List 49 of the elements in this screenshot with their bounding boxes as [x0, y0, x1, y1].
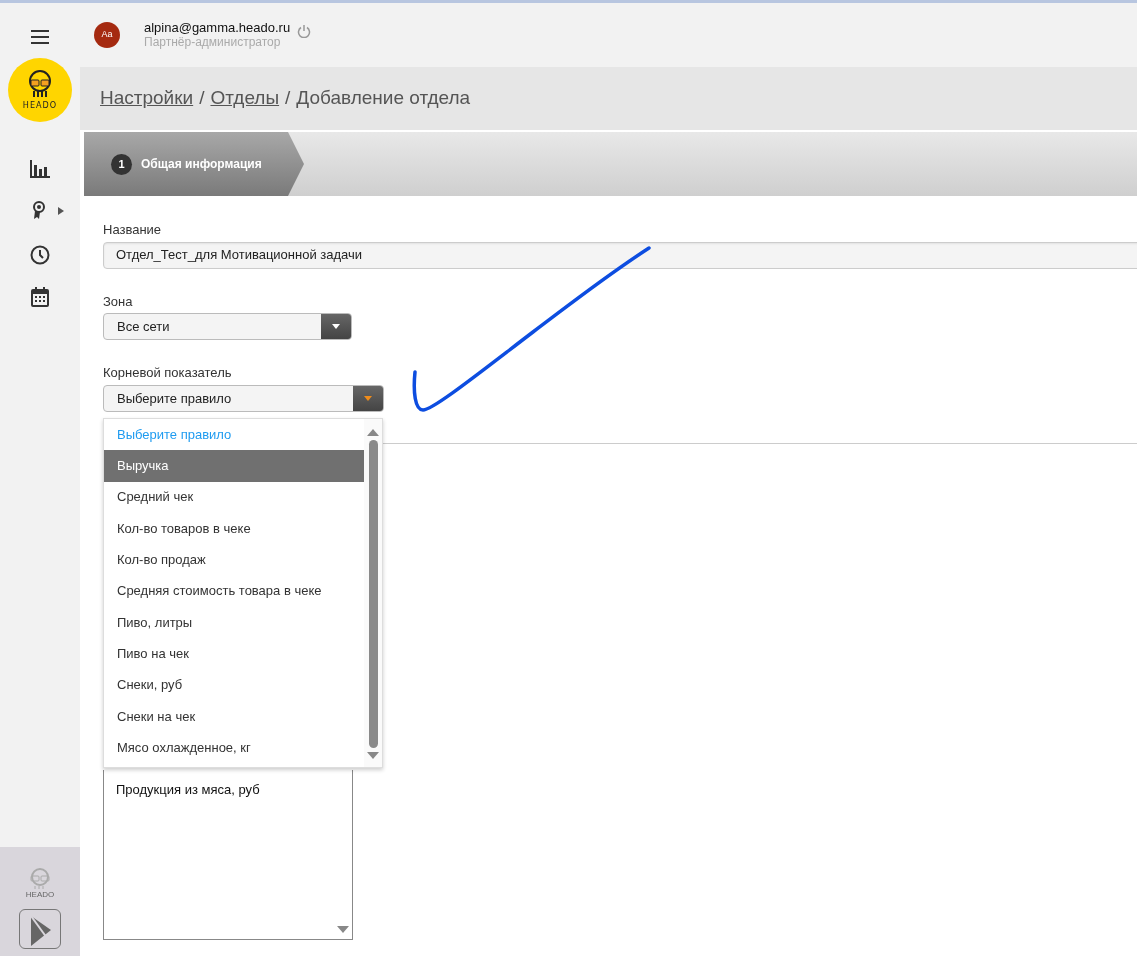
- scrollbar-thumb[interactable]: [368, 440, 378, 748]
- user-avatar[interactable]: Aa: [94, 22, 120, 48]
- logo-text: HEADO: [22, 101, 58, 110]
- dropdown-option[interactable]: Средняя стоимость товара в чеке: [104, 575, 364, 607]
- logo-text: HEADO: [25, 891, 55, 899]
- award-icon[interactable]: [32, 201, 46, 221]
- field-label: Название: [103, 222, 163, 238]
- breadcrumb-link[interactable]: Отделы: [210, 84, 280, 113]
- name-field[interactable]: Отдел_Тест_для Мотивационной задачи: [103, 241, 1137, 269]
- dropdown-option[interactable]: Средний чек: [104, 481, 364, 513]
- scroll-up-icon[interactable]: [367, 429, 379, 436]
- dropdown-option[interactable]: Снеки на чек: [104, 700, 364, 732]
- caret-icon: [332, 324, 340, 330]
- breadcrumb-separator: /: [285, 86, 291, 111]
- rule-select[interactable]: Выберите правило: [103, 384, 384, 412]
- wizard-step[interactable]: 1 Общая информация: [84, 132, 304, 196]
- breadcrumb-separator: /: [199, 86, 205, 111]
- submenu-arrow-icon: [58, 207, 64, 215]
- bar-chart-icon[interactable]: [30, 160, 50, 178]
- list-item[interactable]: Продукция из мяса, руб: [116, 780, 340, 800]
- app-store-button[interactable]: [19, 909, 61, 949]
- dropdown-option[interactable]: Пиво, литры: [104, 606, 364, 639]
- menu-icon[interactable]: [31, 30, 49, 44]
- glasses-face-icon: [26, 70, 54, 100]
- dropdown-option[interactable]: Пиво на чек: [104, 638, 364, 670]
- dropdown-option[interactable]: Мясо охлажденное, кг: [104, 731, 364, 764]
- caret-icon: [364, 395, 372, 401]
- calendar-icon[interactable]: [31, 287, 49, 307]
- dropdown-option[interactable]: Кол-во продаж: [104, 544, 364, 576]
- power-icon[interactable]: [296, 24, 311, 39]
- play-icon: [29, 916, 51, 946]
- clock-icon[interactable]: [30, 245, 50, 265]
- dropdown-option[interactable]: Выручка: [104, 450, 364, 482]
- dropdown-option[interactable]: Снеки, руб: [104, 669, 364, 701]
- scroll-down-icon[interactable]: [367, 752, 379, 759]
- page-title: Добавление отдела: [296, 86, 471, 111]
- glasses-face-icon: [28, 867, 52, 891]
- user-email: alpina@gamma.heado.ru: [144, 21, 291, 36]
- logo[interactable]: HEADO: [8, 58, 72, 122]
- step-number: 1: [111, 153, 132, 175]
- breadcrumb-link[interactable]: Настройки: [100, 84, 194, 113]
- list-box[interactable]: Продукция из мяса, руб: [103, 770, 353, 940]
- step-label: Общая информация: [141, 156, 262, 173]
- user-role: Партнёр-администратор: [144, 35, 281, 49]
- scroll-down-icon[interactable]: [337, 926, 349, 933]
- zone-select[interactable]: Все сети: [103, 313, 352, 341]
- dropdown-option[interactable]: Кол-во товаров в чеке: [104, 512, 364, 545]
- field-label: Зона: [103, 293, 134, 310]
- field-label: Корневой показатель: [103, 365, 233, 381]
